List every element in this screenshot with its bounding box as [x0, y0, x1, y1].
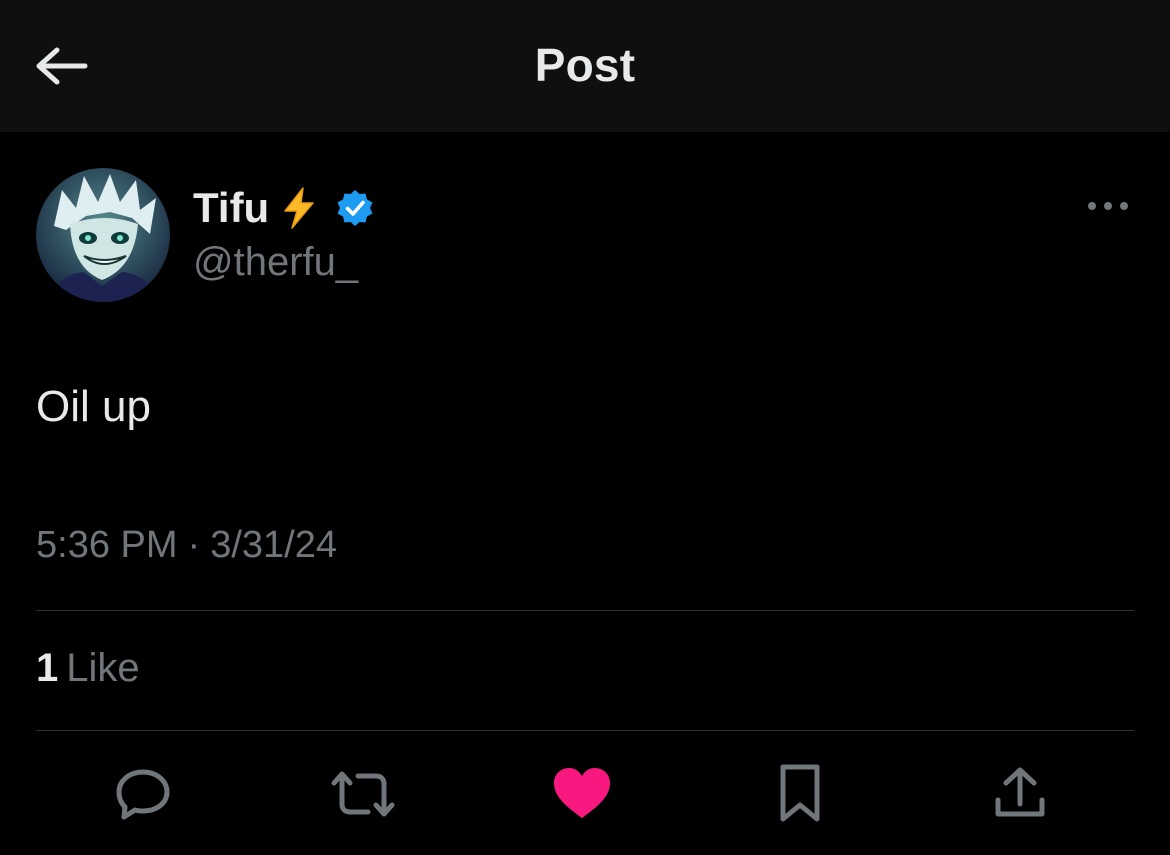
- like-icon: [551, 766, 613, 827]
- post-detail-screen: Post Tifu @therfu_ Oil up 5:36 PM · 3/31…: [0, 0, 1170, 855]
- repost-button[interactable]: [330, 763, 396, 829]
- post-timestamp[interactable]: 5:36 PM · 3/31/24: [36, 524, 337, 567]
- top-bar: Post: [0, 0, 1170, 132]
- author-handle[interactable]: @therfu_: [193, 240, 358, 285]
- page-title: Post: [534, 39, 636, 91]
- divider: [36, 610, 1134, 611]
- timestamp-separator: ·: [187, 524, 201, 566]
- more-options-button[interactable]: [1078, 190, 1138, 226]
- post-text: Oil up: [36, 382, 151, 431]
- likes-count-link[interactable]: 1 Like: [36, 646, 140, 691]
- bookmark-icon: [775, 763, 825, 830]
- bookmark-button[interactable]: [767, 763, 833, 829]
- divider: [36, 730, 1134, 731]
- share-button[interactable]: [987, 763, 1053, 829]
- likes-count: 1: [36, 646, 59, 690]
- like-button[interactable]: [549, 763, 615, 829]
- post-date: 3/31/24: [210, 524, 337, 566]
- reply-icon: [113, 766, 173, 827]
- repost-icon: [330, 768, 396, 825]
- post-time: 5:36 PM: [36, 524, 178, 566]
- share-icon: [990, 764, 1050, 829]
- author-name-row[interactable]: Tifu: [193, 182, 375, 234]
- ellipsis-icon: [1086, 199, 1130, 217]
- avatar[interactable]: [36, 168, 170, 302]
- lightning-bolt-icon: [279, 186, 319, 230]
- author-display-name: Tifu: [193, 184, 270, 231]
- reply-button[interactable]: [110, 763, 176, 829]
- likes-label: Like: [66, 646, 140, 690]
- verified-badge-icon[interactable]: [335, 188, 375, 228]
